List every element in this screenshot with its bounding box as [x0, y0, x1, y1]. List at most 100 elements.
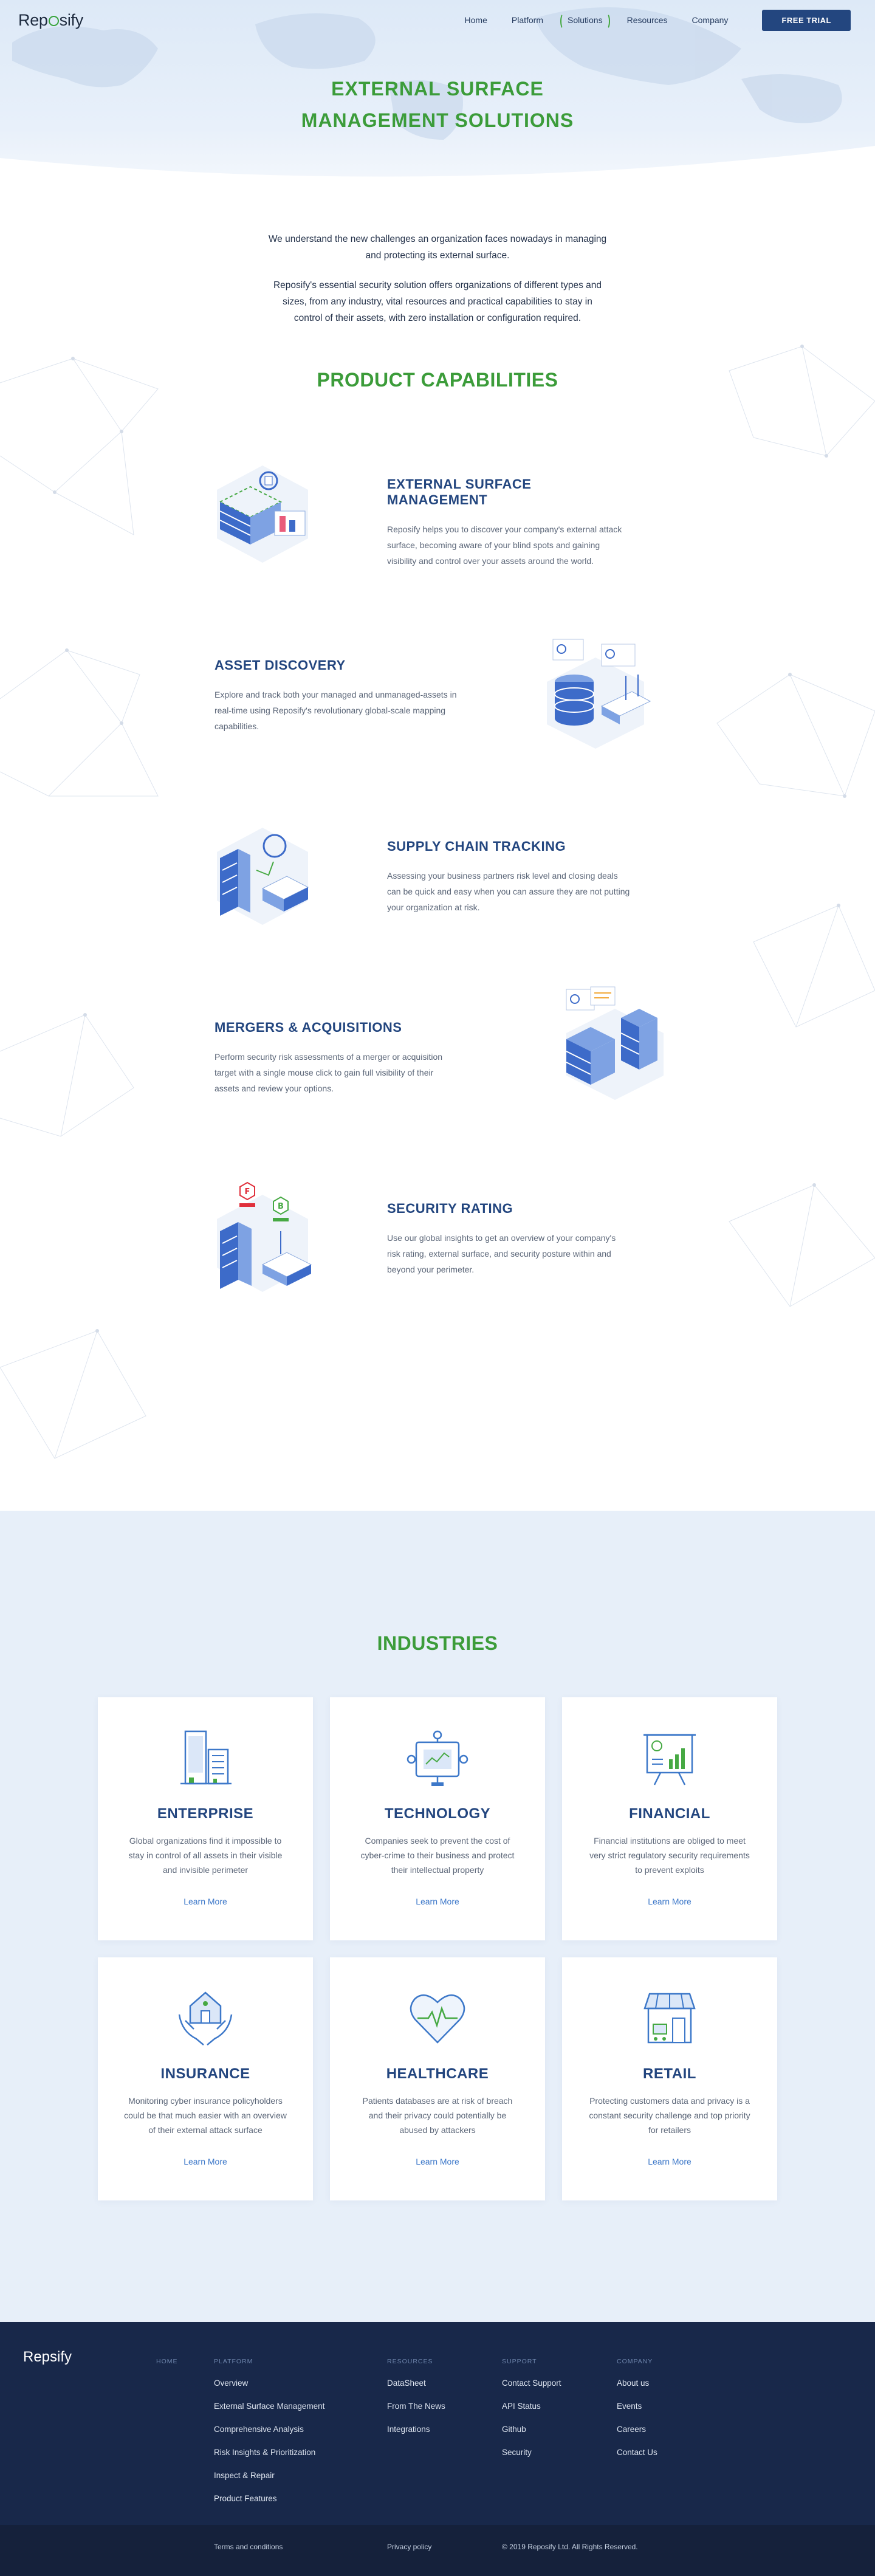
footer-heading: SUPPORT — [502, 2358, 537, 2365]
capability-title: MERGERS & ACQUISITIONS — [214, 1020, 402, 1035]
privacy-link[interactable]: Privacy policy — [387, 2543, 431, 2551]
footer-link[interactable]: Overview — [214, 2379, 324, 2388]
industries: INDUSTRIES ENTERPRISE Global organizatio… — [0, 1511, 875, 2322]
footer-link[interactable]: Github — [502, 2425, 561, 2434]
page-title-line2: MANAGEMENT SOLUTIONS — [301, 109, 574, 131]
industry-card-financial: FINANCIAL Financial institutions are obl… — [562, 1697, 777, 1940]
capability-description: Use our global insights to get an overvi… — [387, 1233, 616, 1274]
logo-ring-icon — [48, 15, 59, 26]
footer-logo[interactable]: Repsify — [23, 2349, 72, 2366]
footer-home-link[interactable]: HOME — [156, 2358, 178, 2365]
storefront-icon — [643, 1993, 696, 2044]
heart-pulse-icon — [410, 1994, 465, 2044]
industry-description: Companies seek to prevent the cost of cy… — [360, 1836, 515, 1875]
industry-title: INSURANCE — [160, 2066, 250, 2082]
capabilities-title: PRODUCT CAPABILITIES — [317, 369, 558, 391]
footer-link[interactable]: Security — [502, 2448, 561, 2457]
product-capabilities: PRODUCT CAPABILITIES EXTERNAL SURFACE MA… — [0, 340, 875, 1359]
footer-col-support: SUPPORT Contact Support API Status Githu… — [502, 2358, 561, 2471]
industry-description: Protecting customers data and privacy is… — [589, 2096, 750, 2135]
learn-more-link[interactable]: Learn More — [184, 1897, 227, 1906]
footer-link[interactable]: About us — [617, 2379, 657, 2388]
capability-text: EXTERNAL SURFACE MANAGEMENT Reposify hel… — [387, 476, 630, 569]
industry-card-technology: TECHNOLOGY Companies seek to prevent the… — [330, 1697, 545, 1940]
page-title-line1: EXTERNAL SURFACE — [331, 78, 544, 100]
footer-col-platform: PLATFORM Overview External Surface Manag… — [214, 2358, 324, 2517]
footer-link[interactable]: Contact Support — [502, 2379, 561, 2388]
capability-item: MERGERS & ACQUISITIONS Perform security … — [0, 986, 875, 1178]
top-nav: Rep sify Home Platform Solutions Resource… — [0, 0, 875, 40]
nav-platform[interactable]: Platform — [512, 15, 543, 25]
intro-paragraph-1: We understand the new challenges an orga… — [268, 234, 607, 261]
industry-title: RETAIL — [643, 2066, 696, 2082]
industry-description: Patients databases are at risk of breach… — [362, 2096, 513, 2135]
nav-home[interactable]: Home — [465, 15, 487, 25]
industry-description: Monitoring cyber insurance policyholders… — [124, 2096, 287, 2135]
capability-title: ASSET DISCOVERY — [214, 658, 346, 673]
nav-resources[interactable]: Resources — [627, 15, 668, 25]
capability-description: Reposify helps you to discover your comp… — [387, 524, 622, 566]
capability-title: EXTERNAL SURFACE MANAGEMENT — [387, 476, 532, 507]
learn-more-link[interactable]: Learn More — [648, 2157, 691, 2166]
industry-card-retail: RETAIL Protecting customers data and pri… — [562, 1957, 777, 2200]
industries-title: INDUSTRIES — [377, 1632, 498, 1654]
server-network-illustration — [217, 465, 308, 563]
industry-card-enterprise: ENTERPRISE Global organizations find it … — [98, 1697, 313, 1940]
rating-badge-b: B — [278, 1202, 284, 1211]
footer-link[interactable]: Careers — [617, 2425, 657, 2434]
capability-text: SUPPLY CHAIN TRACKING Assessing your bus… — [387, 839, 630, 915]
industry-card-healthcare: HEALTHCARE Patients databases are at ris… — [330, 1957, 545, 2200]
buildings-icon — [180, 1730, 232, 1785]
footer-link[interactable]: From The News — [387, 2402, 445, 2411]
footer-link[interactable]: Risk Insights & Prioritization — [214, 2448, 324, 2457]
footer-link[interactable]: Contact Us — [617, 2448, 657, 2457]
finance-board-icon — [643, 1734, 696, 1785]
nav-company[interactable]: Company — [692, 15, 729, 25]
footer-col-home: HOME — [156, 2358, 178, 2379]
industry-title: ENTERPRISE — [157, 1805, 254, 1822]
capability-item: EXTERNAL SURFACE MANAGEMENT Reposify hel… — [0, 453, 875, 634]
footer-link[interactable]: Events — [617, 2402, 657, 2411]
industry-title: FINANCIAL — [629, 1805, 710, 1822]
footer-link[interactable]: Product Features — [214, 2494, 324, 2503]
industry-description: Financial institutions are obliged to me… — [589, 1836, 750, 1875]
capability-description: Perform security risk assessments of a m… — [214, 1052, 443, 1093]
learn-more-link[interactable]: Learn More — [416, 2157, 459, 2166]
learn-more-link[interactable]: Learn More — [184, 2157, 227, 2166]
rating-badge-f: F — [245, 1187, 250, 1197]
footer-bottom-bar: Terms and conditions Privacy policy © 20… — [0, 2525, 875, 2576]
footer-link[interactable]: DataSheet — [387, 2379, 445, 2388]
industry-title: HEALTHCARE — [386, 2066, 489, 2082]
footer-link[interactable]: Inspect & Repair — [214, 2471, 324, 2480]
free-trial-button[interactable]: FREE TRIAL — [762, 9, 851, 31]
industries-grid: ENTERPRISE Global organizations find it … — [98, 1697, 777, 2200]
hero: Rep sify Home Platform Solutions Resource… — [0, 0, 875, 182]
database-discovery-illustration — [547, 639, 651, 749]
footer-heading: PLATFORM — [214, 2358, 253, 2365]
chip-icon — [407, 1730, 468, 1786]
footer-link[interactable]: External Surface Management — [214, 2402, 324, 2411]
industry-card-insurance: INSURANCE Monitoring cyber insurance pol… — [98, 1957, 313, 2200]
footer-link[interactable]: Comprehensive Analysis — [214, 2425, 324, 2434]
footer-col-company: COMPANY About us Events Careers Contact … — [617, 2358, 657, 2471]
capability-text: ASSET DISCOVERY Explore and track both y… — [214, 658, 458, 734]
nav-solutions[interactable]: Solutions — [560, 13, 610, 29]
learn-more-link[interactable]: Learn More — [648, 1897, 691, 1906]
supply-chain-illustration — [217, 828, 309, 925]
learn-more-link[interactable]: Learn More — [416, 1897, 459, 1906]
capability-description: Explore and track both your managed and … — [214, 690, 457, 731]
nav-links: Home Platform Solutions Resources Compan… — [453, 9, 851, 31]
footer-link[interactable]: API Status — [502, 2402, 561, 2411]
capability-description: Assessing your business partners risk le… — [387, 871, 630, 912]
capability-text: MERGERS & ACQUISITIONS Perform security … — [214, 1020, 458, 1096]
capability-item: F B SECURITY RATING Use our global insig… — [0, 1178, 875, 1359]
terms-link[interactable]: Terms and conditions — [214, 2543, 283, 2551]
footer-link[interactable]: Integrations — [387, 2425, 445, 2434]
intro-paragraph-2: Reposify's essential security solution o… — [273, 280, 602, 323]
footer: Repsify HOME PLATFORM Overview External … — [0, 2322, 875, 2576]
capability-text: SECURITY RATING Use our global insights … — [387, 1201, 630, 1277]
logo[interactable]: Rep sify — [18, 11, 83, 30]
house-hands-icon — [178, 1991, 233, 2045]
footer-heading: COMPANY — [617, 2358, 653, 2365]
industry-title: TECHNOLOGY — [384, 1805, 491, 1822]
